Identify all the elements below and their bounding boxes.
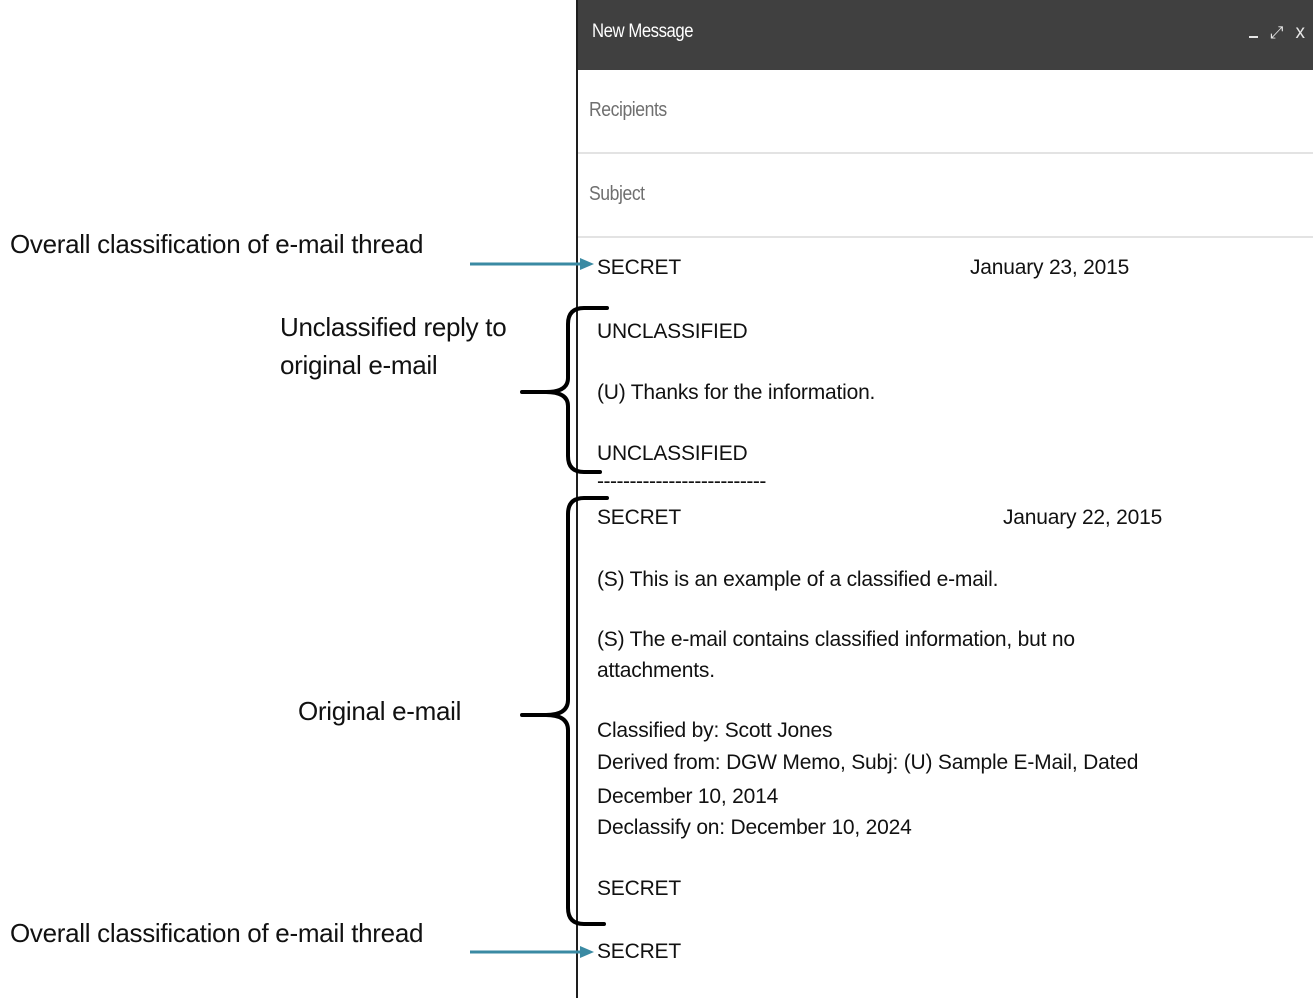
declassify-on-line: Declassify on: December 10, 2024 xyxy=(597,816,912,839)
recipients-field[interactable]: Recipients xyxy=(578,70,1313,154)
subject-placeholder: Subject xyxy=(589,183,645,205)
thread-footer-marking: SECRET xyxy=(597,940,681,963)
reply-body: (U) Thanks for the information. xyxy=(597,381,876,404)
recipients-placeholder: Recipients xyxy=(589,99,667,121)
minimize-icon xyxy=(1248,36,1258,38)
close-icon: x xyxy=(1295,21,1306,43)
derived-from-line-1: Derived from: DGW Memo, Subj: (U) Sample… xyxy=(597,751,1139,774)
compose-header: New Message ⤢ x xyxy=(578,0,1313,70)
subject-field[interactable]: Subject xyxy=(578,154,1313,238)
compose-title: New Message xyxy=(592,21,694,42)
reply-bottom-marking: UNCLASSIFIED xyxy=(597,442,748,465)
annotation-overall-top: Overall classification of e-mail thread xyxy=(10,229,424,259)
original-bottom-marking: SECRET xyxy=(597,877,681,900)
expand-icon: ⤢ xyxy=(1269,22,1284,42)
original-paragraph-2-line-2: attachments. xyxy=(597,659,715,682)
thread-header-marking: SECRET xyxy=(597,256,681,279)
original-paragraph-1: (S) This is an example of a classified e… xyxy=(597,568,999,591)
annotation-original: Original e-mail xyxy=(298,696,462,726)
thread-separator: -------------------------- xyxy=(597,470,766,493)
original-paragraph-2-line-1: (S) The e-mail contains classified infor… xyxy=(597,628,1075,651)
original-top-marking: SECRET xyxy=(597,506,681,529)
classified-by-line: Classified by: Scott Jones xyxy=(597,719,833,742)
annotation-overall-bottom: Overall classification of e-mail thread xyxy=(10,918,424,948)
window-controls: ⤢ x xyxy=(1248,22,1306,42)
close-button[interactable]: x xyxy=(1296,23,1306,42)
derived-from-line-2: December 10, 2014 xyxy=(597,785,779,808)
annotation-reply-line-1: Unclassified reply to xyxy=(280,312,507,342)
compose-window: New Message ⤢ x Recipients Subject xyxy=(576,0,1313,998)
annotation-reply: Unclassified reply to original e-mail xyxy=(280,308,507,384)
reply-top-marking: UNCLASSIFIED xyxy=(597,320,748,343)
minimize-button[interactable] xyxy=(1248,22,1258,42)
thread-header-date: January 23, 2015 xyxy=(970,256,1130,279)
expand-button[interactable]: ⤢ xyxy=(1270,24,1284,41)
original-date: January 22, 2015 xyxy=(1003,506,1163,529)
annotation-reply-line-2: original e-mail xyxy=(280,350,438,380)
